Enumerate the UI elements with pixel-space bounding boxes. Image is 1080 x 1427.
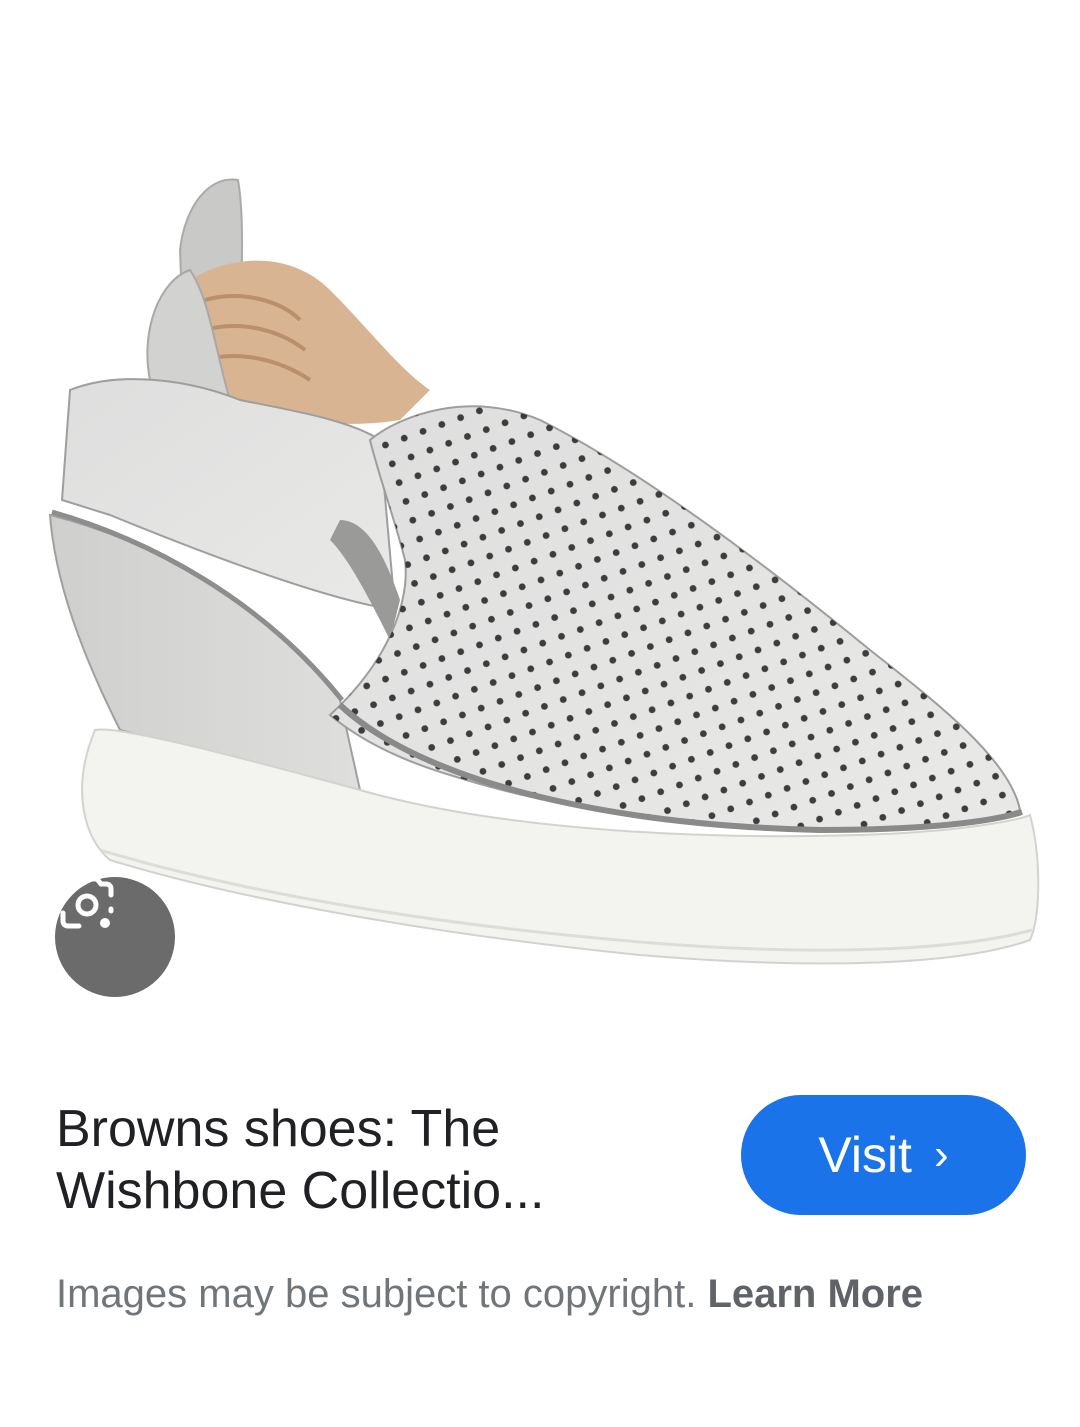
result-image[interactable] xyxy=(0,0,1080,1040)
copyright-notice: Images may be subject to copyright. Lear… xyxy=(56,1265,1026,1323)
shoe-image xyxy=(48,178,1040,965)
result-title[interactable]: Browns shoes: The Wishbone Collectio... xyxy=(56,1098,696,1222)
visit-label: Visit xyxy=(818,1127,912,1183)
visit-button[interactable]: Visit › xyxy=(741,1095,1026,1215)
copyright-text: Images may be subject to copyright. xyxy=(56,1272,697,1316)
learn-more-link[interactable]: Learn More xyxy=(707,1272,923,1316)
lens-button[interactable] xyxy=(55,877,175,997)
google-lens-icon xyxy=(60,877,114,929)
chevron-right-icon: › xyxy=(933,1130,949,1179)
